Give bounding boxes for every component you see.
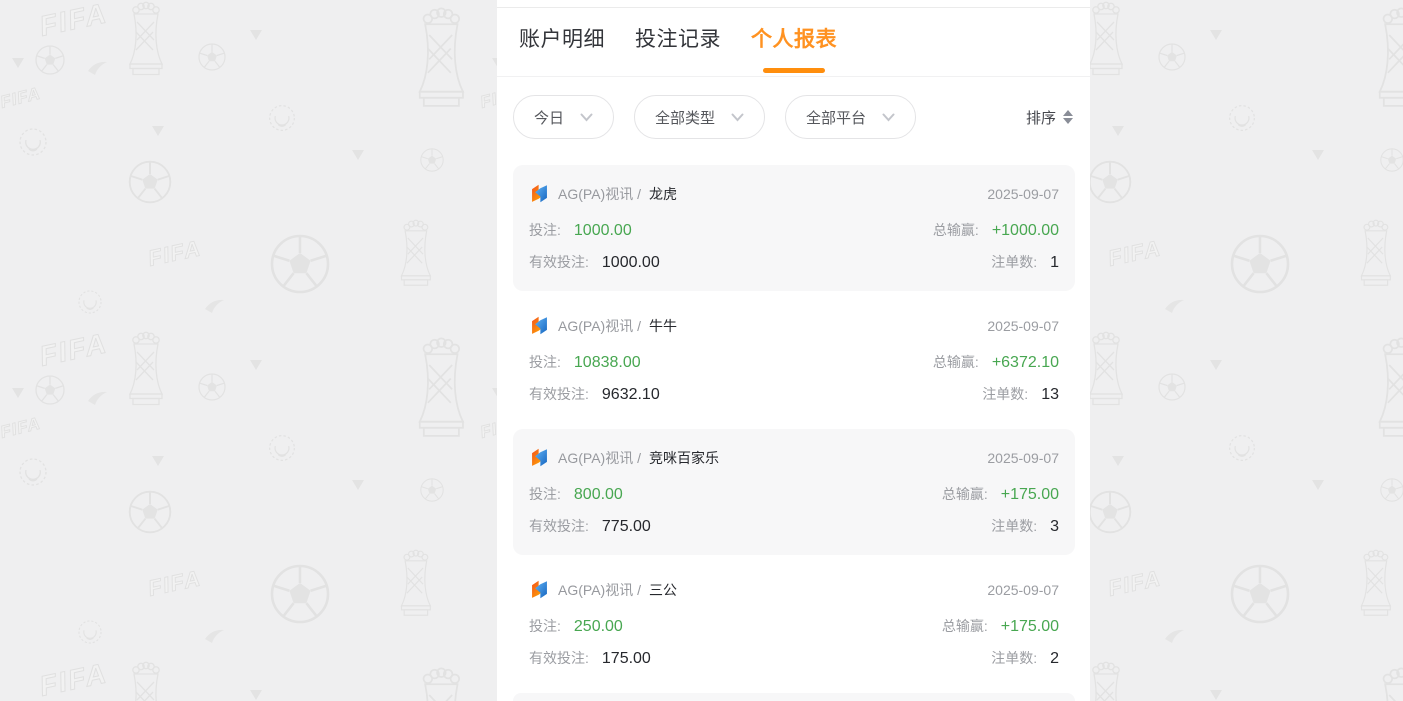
sort-label: 排序 bbox=[1026, 107, 1056, 128]
bet-label: 投注: bbox=[529, 484, 561, 504]
valid-bet-row: 有效投注: 9632.10 注单数: 13 bbox=[529, 384, 1059, 404]
bet-value: 800.00 bbox=[574, 486, 623, 504]
valid-bet-label: 有效投注: bbox=[529, 252, 589, 272]
order-count-label: 注单数: bbox=[991, 252, 1037, 272]
provider-name: AG(PA)视讯 / bbox=[558, 448, 641, 468]
bet-label: 投注: bbox=[529, 352, 561, 372]
tab-personal-report[interactable]: 个人报表 bbox=[751, 0, 837, 76]
bet-label: 投注: bbox=[529, 616, 561, 636]
total-win-label: 总输赢: bbox=[942, 484, 988, 504]
platform-filter-dropdown[interactable]: 全部平台 bbox=[785, 95, 916, 139]
record-card[interactable]: AG(PA)视讯 / 竞咪百家乐 2025-09-07 投注: 800.00 总… bbox=[513, 429, 1075, 555]
valid-bet-row: 有效投注: 1000.00 注单数: 1 bbox=[529, 252, 1059, 272]
record-card-header: AG(PA)视讯 / 三公 2025-09-07 bbox=[529, 579, 1059, 600]
bet-row: 投注: 250.00 总输赢: +175.00 bbox=[529, 616, 1059, 636]
total-win-value: +6372.10 bbox=[992, 354, 1059, 372]
provider-name: AG(PA)视讯 / bbox=[558, 580, 641, 600]
chevron-down-icon bbox=[580, 113, 593, 122]
sort-arrows-icon bbox=[1063, 110, 1073, 124]
tab-betting-records[interactable]: 投注记录 bbox=[635, 0, 721, 76]
record-card[interactable]: AG(PA)视讯 / 龙虎 2025-09-07 投注: 1000.00 总输赢… bbox=[513, 165, 1075, 291]
records-list: AG(PA)视讯 / 龙虎 2025-09-07 投注: 1000.00 总输赢… bbox=[513, 165, 1075, 701]
provider-name: AG(PA)视讯 / bbox=[558, 316, 641, 336]
active-tab-underline bbox=[763, 68, 825, 73]
valid-bet-row: 有效投注: 175.00 注单数: 2 bbox=[529, 648, 1059, 668]
valid-bet-value: 175.00 bbox=[602, 650, 651, 668]
record-date: 2025-09-07 bbox=[987, 450, 1059, 466]
valid-bet-label: 有效投注: bbox=[529, 648, 589, 668]
order-count-label: 注单数: bbox=[982, 384, 1028, 404]
filter-bar: 今日 全部类型 全部平台 排序 bbox=[513, 95, 1075, 139]
bet-value: 250.00 bbox=[574, 618, 623, 636]
ag-platform-logo-icon bbox=[529, 183, 550, 204]
ag-platform-logo-icon bbox=[529, 447, 550, 468]
valid-bet-label: 有效投注: bbox=[529, 384, 589, 404]
bet-label: 投注: bbox=[529, 220, 561, 240]
bet-row: 投注: 10838.00 总输赢: +6372.10 bbox=[529, 352, 1059, 372]
game-name: 竞咪百家乐 bbox=[649, 448, 719, 468]
chevron-down-icon bbox=[882, 113, 895, 122]
game-name: 龙虎 bbox=[649, 184, 677, 204]
total-win-value: +175.00 bbox=[1001, 618, 1059, 636]
order-count-value: 13 bbox=[1041, 386, 1059, 404]
record-card-header: AG(PA)视讯 / 龙虎 2025-09-07 bbox=[529, 183, 1059, 204]
game-name: 三公 bbox=[649, 580, 677, 600]
type-filter-dropdown[interactable]: 全部类型 bbox=[634, 95, 765, 139]
order-count-label: 注单数: bbox=[991, 516, 1037, 536]
order-count-value: 3 bbox=[1050, 518, 1059, 536]
order-count-label: 注单数: bbox=[991, 648, 1037, 668]
bet-row: 投注: 1000.00 总输赢: +1000.00 bbox=[529, 220, 1059, 240]
report-panel: 账户明细 投注记录 个人报表 今日 全部类型 全部平台 排序 bbox=[497, 0, 1090, 701]
tab-personal-report-label: 个人报表 bbox=[751, 23, 837, 53]
tab-account-details[interactable]: 账户明细 bbox=[519, 0, 605, 76]
game-name: 牛牛 bbox=[649, 316, 677, 336]
ag-platform-logo-icon bbox=[529, 315, 550, 336]
total-win-value: +1000.00 bbox=[992, 222, 1059, 240]
bet-value: 1000.00 bbox=[574, 222, 632, 240]
sort-control[interactable]: 排序 bbox=[1026, 107, 1075, 128]
tab-bar: 账户明细 投注记录 个人报表 bbox=[497, 0, 1090, 77]
total-win-label: 总输赢: bbox=[933, 220, 979, 240]
record-card[interactable]: AG(PA)视讯 / 牛牛 2025-09-07 投注: 10838.00 总输… bbox=[513, 297, 1075, 423]
order-count-value: 2 bbox=[1050, 650, 1059, 668]
record-card-header: AG(PA)视讯 / 竞咪百家乐 2025-09-07 bbox=[529, 447, 1059, 468]
type-filter-label: 全部类型 bbox=[655, 107, 715, 128]
order-count-value: 1 bbox=[1050, 254, 1059, 272]
valid-bet-value: 1000.00 bbox=[602, 254, 660, 272]
record-card-partial[interactable] bbox=[513, 693, 1075, 701]
total-win-label: 总输赢: bbox=[942, 616, 988, 636]
platform-filter-label: 全部平台 bbox=[806, 107, 866, 128]
valid-bet-label: 有效投注: bbox=[529, 516, 589, 536]
record-date: 2025-09-07 bbox=[987, 186, 1059, 202]
date-filter-label: 今日 bbox=[534, 107, 564, 128]
bet-row: 投注: 800.00 总输赢: +175.00 bbox=[529, 484, 1059, 504]
bet-value: 10838.00 bbox=[574, 354, 641, 372]
date-filter-dropdown[interactable]: 今日 bbox=[513, 95, 614, 139]
record-date: 2025-09-07 bbox=[987, 582, 1059, 598]
valid-bet-value: 775.00 bbox=[602, 518, 651, 536]
total-win-value: +175.00 bbox=[1001, 486, 1059, 504]
chevron-down-icon bbox=[731, 113, 744, 122]
record-date: 2025-09-07 bbox=[987, 318, 1059, 334]
record-card-header: AG(PA)视讯 / 牛牛 2025-09-07 bbox=[529, 315, 1059, 336]
record-card[interactable]: AG(PA)视讯 / 三公 2025-09-07 投注: 250.00 总输赢:… bbox=[513, 561, 1075, 687]
total-win-label: 总输赢: bbox=[933, 352, 979, 372]
provider-name: AG(PA)视讯 / bbox=[558, 184, 641, 204]
valid-bet-row: 有效投注: 775.00 注单数: 3 bbox=[529, 516, 1059, 536]
ag-platform-logo-icon bbox=[529, 579, 550, 600]
valid-bet-value: 9632.10 bbox=[602, 386, 660, 404]
